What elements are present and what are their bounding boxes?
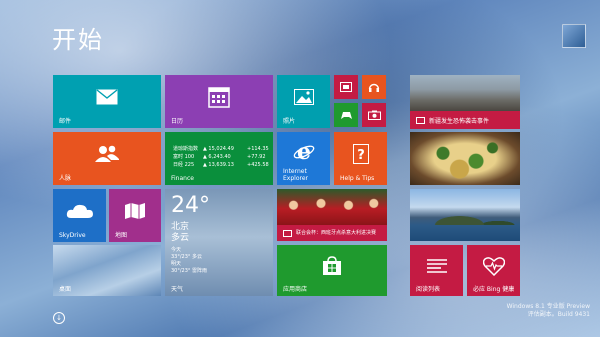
tile-weather[interactable]: 24° 北京 多云 今天 33°/23° 多云 明天 30°/23° 雷阵雨 天… <box>165 189 273 296</box>
help-icon: ? <box>334 132 387 175</box>
store-icon <box>277 245 387 286</box>
tile-camera[interactable] <box>362 103 386 127</box>
tile-label: 照片 <box>283 118 296 125</box>
start-title: 开始 <box>52 26 104 54</box>
tile-help-tips[interactable]: ? Help & Tips <box>334 132 387 185</box>
tile-label: 人脉 <box>59 175 72 182</box>
ie-icon: e <box>277 132 330 171</box>
tile-label: 阅读列表 <box>416 286 441 293</box>
news-icon <box>416 116 425 124</box>
weather-location: 北京 多云 <box>171 222 190 243</box>
tile-label: 必应 Bing 健康 <box>473 286 515 293</box>
music-icon <box>362 75 386 99</box>
svg-text:e: e <box>297 141 311 163</box>
reading-list-icon <box>410 245 463 286</box>
tile-label: Finance <box>171 175 194 182</box>
mail-icon <box>53 75 161 118</box>
people-icon <box>53 132 161 175</box>
tile-label: 桌面 <box>59 286 72 293</box>
tile-sports[interactable]: 联合会杯：西班牙点杀意大利进决赛 <box>277 189 387 241</box>
finance-row: 日经 225 ▲ 13,639.13 +425.58 <box>173 162 269 168</box>
tile-store[interactable]: 应用商店 <box>277 245 387 296</box>
weather-forecast: 今天 33°/23° 多云 明天 30°/23° 雷阵雨 <box>171 247 207 274</box>
tile-reading-list[interactable]: 阅读列表 <box>410 245 463 296</box>
tile-news[interactable]: 新疆发生恐怖袭击事件 <box>410 75 520 129</box>
tile-calendar[interactable]: 日历 <box>165 75 273 128</box>
tile-travel[interactable] <box>410 189 520 241</box>
build-watermark: Windows 8.1 专业版 Preview 评估副本。Build 9431 <box>506 303 590 318</box>
finance-row: 道琼斯指数 ▲ 15,024.49 +114.35 <box>173 146 269 152</box>
sports-photo <box>277 189 387 225</box>
video-icon <box>334 75 358 99</box>
calendar-icon <box>165 75 273 118</box>
weather-temperature: 24° <box>171 193 210 218</box>
camera-icon <box>362 103 386 127</box>
tile-skydrive[interactable]: SkyDrive <box>53 189 106 242</box>
tile-label: Internet Explorer <box>283 168 308 182</box>
tile-label: 地图 <box>115 232 128 239</box>
photos-icon <box>277 75 330 118</box>
health-icon <box>467 245 520 286</box>
arrow-down-icon[interactable]: ↓ <box>53 312 65 324</box>
tile-label: 日历 <box>171 118 184 125</box>
finance-row: 富时 100 ▲ 6,243.40 +77.92 <box>173 154 266 160</box>
news-photo <box>410 75 520 111</box>
tile-label: 邮件 <box>59 118 72 125</box>
tile-label: Help & Tips <box>340 175 375 182</box>
svg-text:?: ? <box>357 148 365 163</box>
tile-label: 应用商店 <box>283 286 308 293</box>
news-icon <box>283 229 292 237</box>
tile-maps[interactable]: 地图 <box>109 189 161 242</box>
tile-video[interactable] <box>334 75 358 99</box>
tile-internet-explorer[interactable]: e Internet Explorer <box>277 132 330 185</box>
sports-caption: 联合会杯：西班牙点杀意大利进决赛 <box>277 225 387 241</box>
skydrive-icon <box>53 189 106 232</box>
tile-music[interactable] <box>362 75 386 99</box>
tile-photos[interactable]: 照片 <box>277 75 330 128</box>
tile-finance[interactable]: 道琼斯指数 ▲ 15,024.49 +114.35 富时 100 ▲ 6,243.40… <box>165 132 273 185</box>
news-caption: 新疆发生恐怖袭击事件 <box>410 111 520 129</box>
finance-ticker: 道琼斯指数 ▲ 15,024.49 +114.35 富时 100 ▲ 6,243.40… <box>173 145 269 169</box>
tile-games[interactable] <box>334 103 358 127</box>
tile-label: SkyDrive <box>59 232 86 239</box>
games-icon <box>334 103 358 127</box>
tile-mail[interactable]: 邮件 <box>53 75 161 128</box>
user-avatar[interactable] <box>562 24 586 48</box>
travel-photo <box>410 203 520 225</box>
maps-icon <box>109 189 161 232</box>
tile-desktop[interactable]: 桌面 <box>53 245 161 296</box>
tile-label: 天气 <box>171 286 184 293</box>
tile-food[interactable] <box>410 132 520 185</box>
tile-people[interactable]: 人脉 <box>53 132 161 185</box>
tile-health[interactable]: 必应 Bing 健康 <box>467 245 520 296</box>
